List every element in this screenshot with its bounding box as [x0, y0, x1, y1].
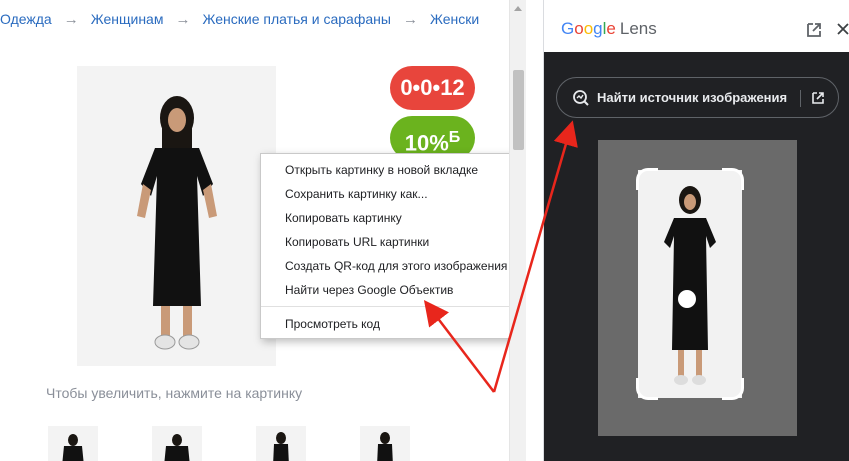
woman-black-dress-photo — [77, 66, 276, 366]
open-in-new-icon[interactable] — [805, 21, 825, 41]
menu-create-qr-code[interactable]: Создать QR-код для этого изображения — [285, 256, 507, 276]
button-divider — [800, 90, 801, 107]
breadcrumb-item-clothes[interactable]: Одежда — [0, 11, 52, 27]
product-image[interactable] — [77, 66, 276, 366]
breadcrumb-arrow-icon: → — [63, 10, 79, 28]
menu-copy-image-url[interactable]: Копировать URL картинки — [285, 232, 429, 252]
screen: Одежда → Женщинам → Женские платья и сар… — [0, 0, 849, 461]
logo-letter: e — [606, 19, 616, 38]
google-lens-panel: Google Lens Найти источник изображения — [543, 0, 849, 461]
product-page: Одежда → Женщинам → Женские платья и сар… — [0, 0, 526, 461]
breadcrumb: Одежда → Женщинам → Женские платья и сар… — [0, 8, 479, 30]
find-image-source-label: Найти источник изображения — [597, 90, 788, 105]
find-image-source-button[interactable]: Найти источник изображения — [556, 77, 839, 118]
discount-value: 10% — [404, 130, 449, 156]
thumbnail-1[interactable] — [48, 426, 98, 461]
menu-inspect[interactable]: Просмотреть код — [285, 314, 380, 334]
close-icon[interactable] — [836, 22, 849, 42]
scroll-thumb[interactable] — [513, 70, 524, 150]
discount-suffix: Б — [448, 129, 461, 146]
selection-area — [638, 170, 742, 398]
lens-header: Google Lens — [544, 0, 849, 52]
breadcrumb-item-women[interactable]: Женщинам — [91, 11, 164, 27]
selection-corner-handle[interactable] — [722, 168, 744, 190]
logo-lens-word: Lens — [619, 19, 657, 38]
menu-copy-image[interactable]: Копировать картинку — [285, 208, 402, 228]
thumbnail-photo — [164, 434, 190, 461]
menu-divider — [261, 306, 525, 307]
zoom-hint: Чтобы увеличить, нажмите на картинку — [46, 385, 303, 401]
selection-center-dot[interactable] — [678, 290, 696, 308]
logo-letter: G — [561, 19, 575, 38]
menu-save-image-as[interactable]: Сохранить картинку как... — [285, 184, 428, 204]
breadcrumb-arrow-icon: → — [175, 10, 191, 28]
selection-corner-handle[interactable] — [636, 168, 658, 190]
thumbnail-photo — [62, 434, 84, 461]
breadcrumb-arrow-icon: → — [402, 10, 418, 28]
page-scrollbar[interactable] — [509, 0, 526, 461]
breadcrumb-item-dresses[interactable]: Женские платья и сарафаны — [202, 11, 390, 27]
thumbnail-photo — [377, 432, 393, 461]
logo-letter: o — [574, 19, 584, 38]
lens-selected-image[interactable] — [598, 140, 797, 436]
selection-corner-handle[interactable] — [636, 378, 658, 400]
google-lens-logo: Google Lens — [561, 19, 657, 39]
menu-search-google-lens[interactable]: Найти через Google Объектив — [285, 280, 453, 300]
thumbnail-3[interactable] — [256, 426, 306, 461]
context-menu: Открыть картинку в новой вкладке Сохрани… — [260, 153, 526, 339]
thumbnail-2[interactable] — [152, 426, 202, 461]
image-search-icon — [572, 89, 592, 109]
menu-open-image-new-tab[interactable]: Открыть картинку в новой вкладке — [285, 160, 478, 180]
promo-badge-red[interactable]: 0•0•12 — [390, 66, 475, 110]
logo-letter: o — [583, 19, 594, 38]
breadcrumb-item-women-more[interactable]: Женски — [430, 11, 479, 27]
logo-letter: g — [593, 19, 603, 38]
open-in-new-icon[interactable] — [810, 90, 830, 110]
thumbnail-photo — [273, 432, 289, 461]
thumbnail-4[interactable] — [360, 426, 410, 461]
woman-black-dress-photo — [664, 186, 716, 385]
scroll-up-arrow-icon[interactable] — [514, 6, 522, 11]
